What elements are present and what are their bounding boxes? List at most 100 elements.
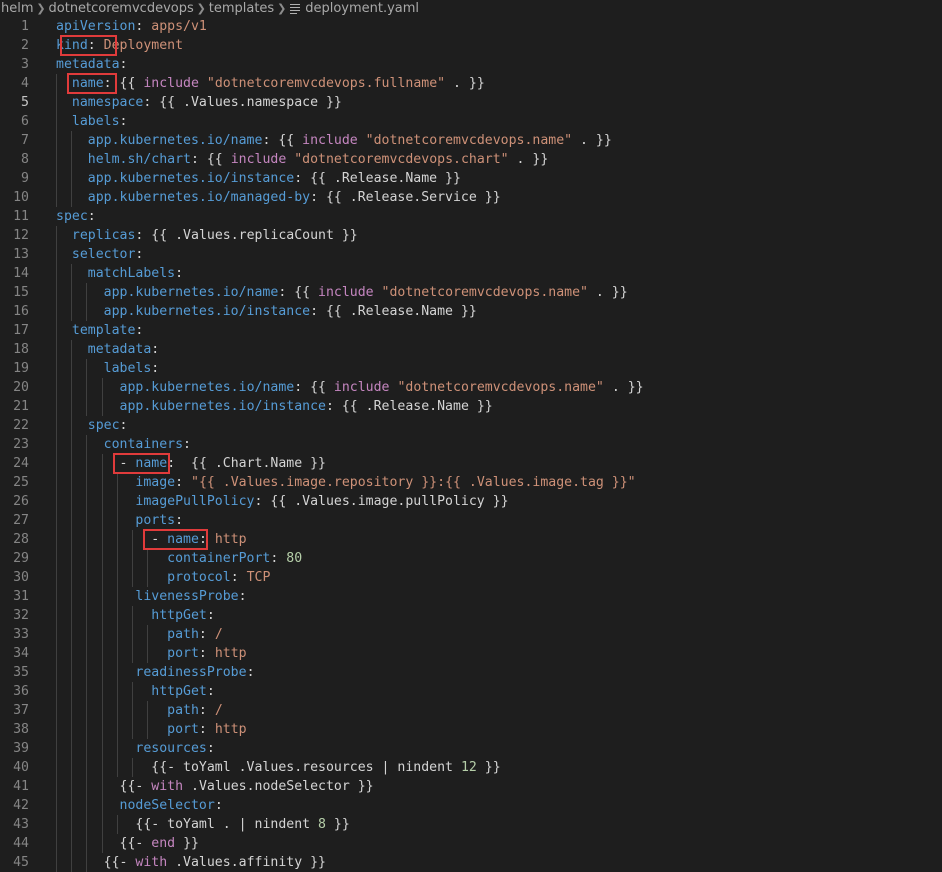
code-line[interactable]: 23 containers: — [0, 435, 942, 454]
code-text: port: http — [56, 720, 247, 739]
line-number: 14 — [13, 266, 29, 281]
code-token: livenessProbe — [135, 589, 239, 604]
code-line[interactable]: 7 app.kubernetes.io/name: {{ include "do… — [0, 131, 942, 150]
code-line[interactable]: 15 app.kubernetes.io/name: {{ include "d… — [0, 283, 942, 302]
code-line[interactable]: 34 port: http — [0, 644, 942, 663]
code-token: ports — [135, 513, 176, 528]
code-line[interactable]: 30 protocol: TCP — [0, 568, 942, 587]
code-line[interactable]: 17 template: — [0, 321, 942, 340]
line-number: 35 — [13, 665, 29, 680]
line-number: 32 — [13, 608, 29, 623]
code-text: labels: — [56, 359, 160, 378]
breadcrumb: helm ❯ dotnetcoremvcdevops ❯ templates ❯… — [0, 0, 942, 17]
code-line[interactable]: 44 {{- end }} — [0, 834, 942, 853]
code-text: nodeSelector: — [56, 796, 223, 815]
code-line[interactable]: 26 imagePullPolicy: {{ .Values.image.pul… — [0, 492, 942, 511]
code-line[interactable]: 2 kind: Deployment — [0, 36, 942, 55]
line-number: 36 — [13, 684, 29, 699]
line-number: 38 — [13, 722, 29, 737]
code-line[interactable]: 18 metadata: — [0, 340, 942, 359]
code-line[interactable]: 3 metadata: — [0, 55, 942, 74]
breadcrumb-item-templates[interactable]: templates — [208, 1, 275, 16]
line-number: 26 — [13, 494, 29, 509]
code-token: app.kubernetes.io/name — [87, 133, 263, 148]
code-line[interactable]: 41 {{- with .Values.nodeSelector }} — [0, 777, 942, 796]
code-line[interactable]: 40 {{- toYaml .Values.resources | ninden… — [0, 758, 942, 777]
code-line[interactable]: 38 port: http — [0, 720, 942, 739]
code-token: }} — [325, 817, 350, 832]
code-line[interactable]: 4 name: {{ include "dotnetcoremvcdevops.… — [0, 74, 942, 93]
code-editor[interactable]: 1 apiVersion: apps/v1 2 kind: Deployment 3 me… — [0, 17, 942, 872]
code-token: include — [333, 380, 390, 395]
code-token: "dotnetcoremvcdevops.name" — [397, 380, 604, 395]
code-token: resources — [135, 741, 207, 756]
code-text: template: — [56, 321, 143, 340]
code-line[interactable]: 37 path: / — [0, 701, 942, 720]
code-line[interactable]: 5 namespace: {{ .Values.namespace }} — [0, 93, 942, 112]
line-number: 18 — [13, 342, 29, 357]
code-line[interactable]: 14 matchLabels: — [0, 264, 942, 283]
code-line[interactable]: 35 readinessProbe: — [0, 663, 942, 682]
code-line[interactable]: 39 resources: — [0, 739, 942, 758]
code-line[interactable]: 6 labels: — [0, 112, 942, 131]
code-line[interactable]: 33 path: / — [0, 625, 942, 644]
line-number: 20 — [13, 380, 29, 395]
breadcrumb-file[interactable]: deployment.yaml — [304, 1, 420, 16]
code-token: TCP — [246, 570, 271, 585]
code-token: . }} — [603, 380, 644, 395]
code-line[interactable]: 16 app.kubernetes.io/instance: {{ .Relea… — [0, 302, 942, 321]
code-line[interactable]: 10 app.kubernetes.io/managed-by: {{ .Rel… — [0, 188, 942, 207]
code-line[interactable]: 28 - name: http — [0, 530, 942, 549]
code-token: : — [206, 684, 215, 699]
code-token: : {{ .Values.replicaCount }} — [135, 228, 358, 243]
code-line[interactable]: 22 spec: — [0, 416, 942, 435]
code-line[interactable]: 43 {{- toYaml . | nindent 8 }} — [0, 815, 942, 834]
code-line[interactable]: 31 livenessProbe: — [0, 587, 942, 606]
breadcrumb-item-chart[interactable]: dotnetcoremvcdevops — [48, 1, 195, 16]
code-line[interactable]: 42 nodeSelector: — [0, 796, 942, 815]
code-line[interactable]: 32 httpGet: — [0, 606, 942, 625]
code-text: app.kubernetes.io/instance: {{ .Release.… — [56, 169, 461, 188]
code-line[interactable]: 9 app.kubernetes.io/instance: {{ .Releas… — [0, 169, 942, 188]
code-token: : — [175, 513, 184, 528]
line-number: 31 — [13, 589, 29, 604]
code-token: nodeSelector — [119, 798, 215, 813]
code-token: metadata — [56, 57, 120, 72]
code-token: : {{ — [190, 152, 231, 167]
code-token: protocol — [167, 570, 231, 585]
breadcrumb-item-helm[interactable]: helm — [0, 1, 35, 16]
code-line[interactable]: 8 helm.sh/chart: {{ include "dotnetcorem… — [0, 150, 942, 169]
code-token: 80 — [286, 551, 303, 566]
code-line[interactable]: 27 ports: — [0, 511, 942, 530]
line-number: 22 — [13, 418, 29, 433]
code-token: : {{ — [294, 380, 334, 395]
code-token: : {{ .Release.Name }} — [310, 304, 477, 319]
code-line[interactable]: 36 httpGet: — [0, 682, 942, 701]
code-token: }} — [175, 836, 199, 851]
code-line[interactable]: 11 spec: — [0, 207, 942, 226]
code-line[interactable]: 19 labels: — [0, 359, 942, 378]
code-line[interactable]: 21 app.kubernetes.io/instance: {{ .Relea… — [0, 397, 942, 416]
code-line[interactable]: 25 image: "{{ .Values.image.repository }… — [0, 473, 942, 492]
line-number: 44 — [13, 836, 29, 851]
line-number: 10 — [13, 190, 29, 205]
code-token: : {{ .Release.Name }} — [325, 399, 493, 414]
code-token: http — [214, 722, 247, 737]
code-line[interactable]: 1 apiVersion: apps/v1 — [0, 17, 942, 36]
code-token: app.kubernetes.io/name — [119, 380, 295, 395]
code-token: include — [230, 152, 287, 167]
code-line[interactable]: 20 app.kubernetes.io/name: {{ include "d… — [0, 378, 942, 397]
code-line[interactable]: 29 containerPort: 80 — [0, 549, 942, 568]
code-line[interactable]: 13 selector: — [0, 245, 942, 264]
line-number: 6 — [21, 114, 29, 129]
code-line[interactable]: 45 {{- with .Values.affinity }} — [0, 853, 942, 872]
code-token: path — [167, 627, 199, 642]
code-token: app.kubernetes.io/name — [103, 285, 279, 300]
code-line[interactable]: 12 replicas: {{ .Values.replicaCount }} — [0, 226, 942, 245]
